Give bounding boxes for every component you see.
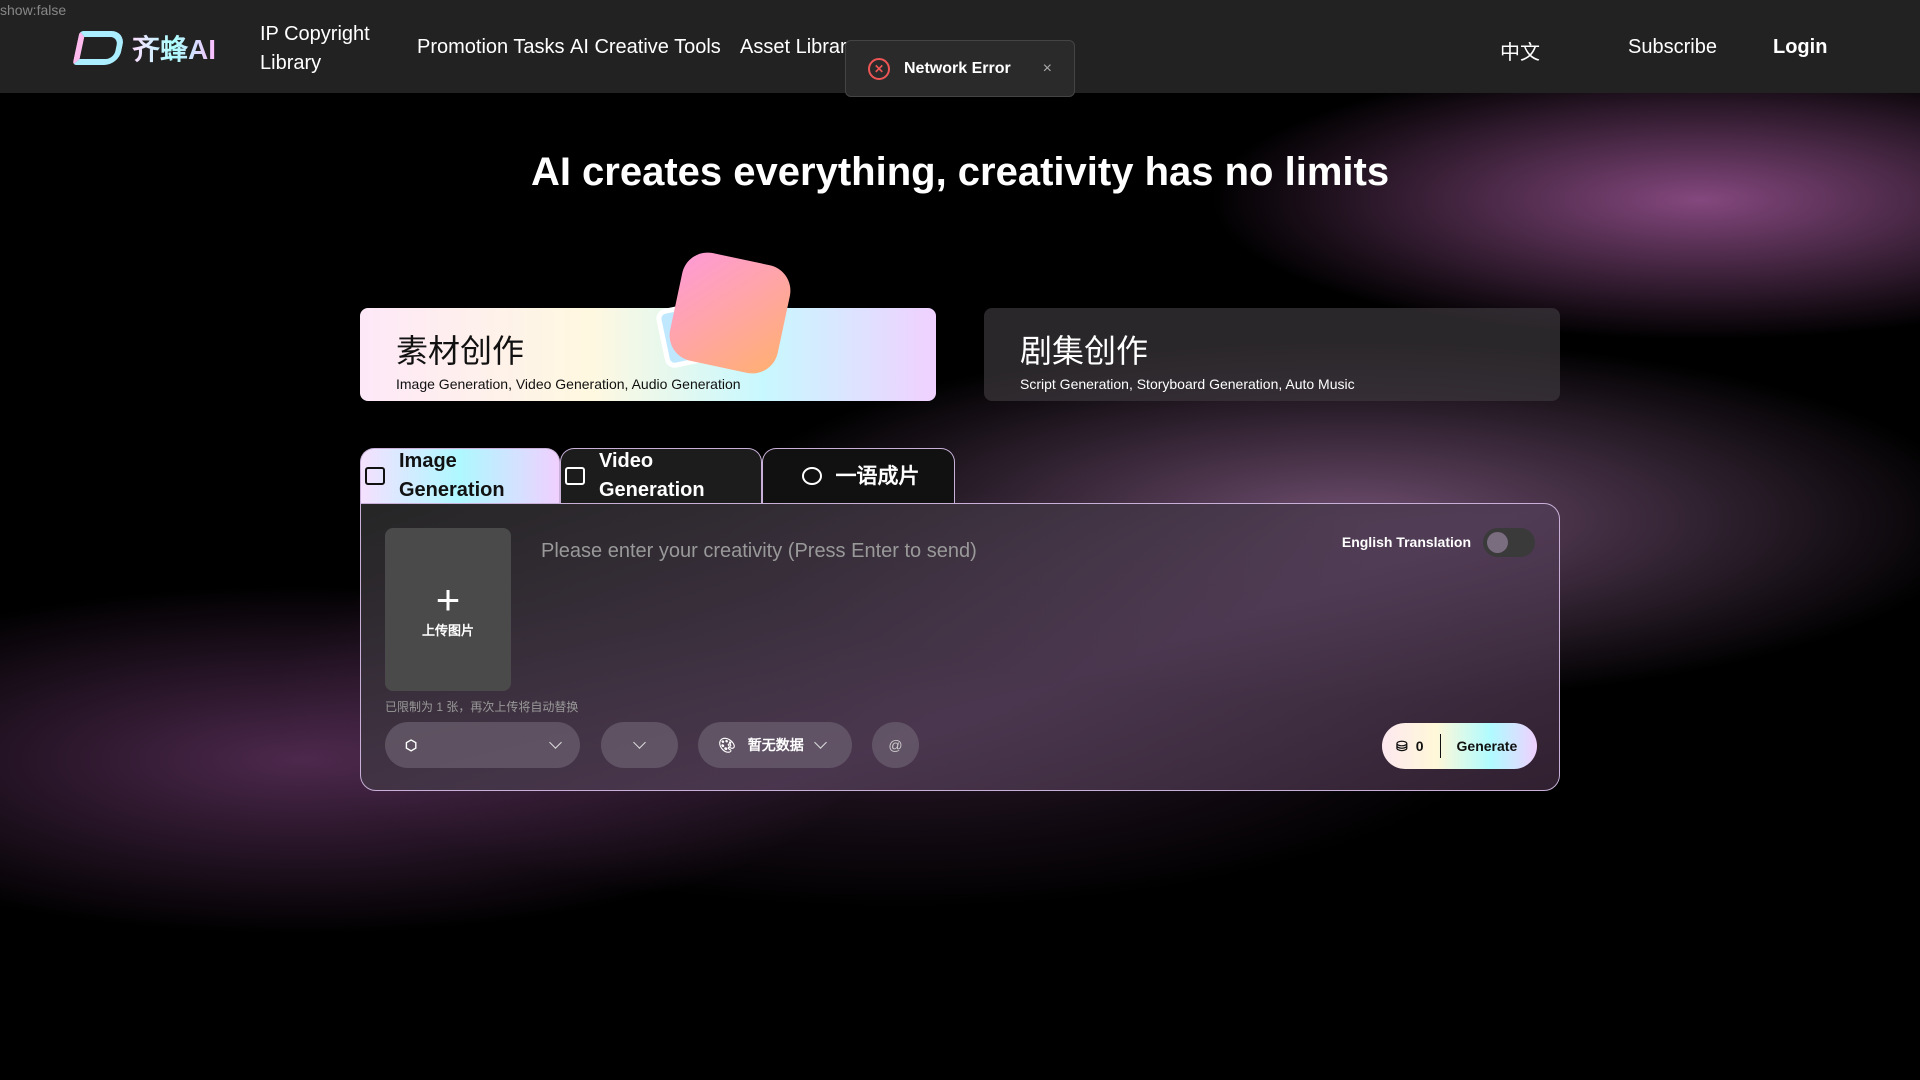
style-select-value: 暂无数据 bbox=[747, 737, 804, 753]
subscribe-link[interactable]: Subscribe bbox=[1628, 36, 1717, 59]
tab-video-generation[interactable]: Video Generation bbox=[560, 448, 762, 503]
hero-title: AI creates everything, creativity has no… bbox=[530, 150, 1390, 194]
card-subtitle: Image Generation, Video Generation, Audi… bbox=[396, 376, 741, 392]
plus-icon: + bbox=[435, 576, 461, 623]
video-camera-icon bbox=[565, 467, 585, 485]
tab-image-generation[interactable]: Image Generation bbox=[360, 448, 560, 503]
error-toast: ✕ Network Error × bbox=[845, 40, 1075, 97]
tab-label: 一语成片 bbox=[835, 464, 920, 488]
error-icon: ✕ bbox=[868, 57, 890, 80]
debug-text: show:false bbox=[0, 2, 67, 18]
login-button[interactable]: Login bbox=[1773, 36, 1827, 59]
prompt-input[interactable] bbox=[541, 540, 1341, 563]
generate-label: Generate bbox=[1456, 738, 1518, 754]
model-select[interactable]: ⬡ bbox=[385, 722, 580, 768]
chevron-down-icon bbox=[633, 736, 646, 749]
generation-panel: +上传图片 已限制为 1 张，再次上传将自动替换 English Transla… bbox=[360, 503, 1560, 791]
coins-icon: ⛁ bbox=[1396, 737, 1408, 754]
logo-text: 齐蜂AI bbox=[132, 28, 216, 68]
card-material-creation[interactable]: 素材创作 Image Generation, Video Generation,… bbox=[360, 247, 936, 401]
logo-icon bbox=[72, 31, 126, 65]
generate-button[interactable]: ⛁ 0 Generate bbox=[1382, 723, 1537, 769]
nav-asset-library[interactable]: Asset Library bbox=[740, 36, 857, 59]
ratio-select[interactable] bbox=[601, 722, 678, 768]
upload-image-button[interactable]: + 上传图片 bbox=[385, 528, 511, 691]
card-title: 剧集创作 bbox=[1020, 333, 1149, 369]
tab-label: Image Generation bbox=[399, 450, 505, 501]
toast-message: Network Error bbox=[904, 59, 1011, 77]
style-select[interactable]: 🎨︎ 暂无数据 bbox=[698, 722, 852, 768]
chevron-down-icon bbox=[813, 736, 827, 749]
language-switch[interactable]: 中文 bbox=[1500, 36, 1540, 65]
image-icon bbox=[365, 467, 385, 485]
upload-hint: 已限制为 1 张，再次上传将自动替换 bbox=[385, 700, 579, 714]
card-title: 素材创作 bbox=[396, 333, 525, 369]
chevron-down-icon bbox=[549, 736, 562, 749]
english-translation-toggle[interactable] bbox=[1483, 528, 1535, 557]
nav-ip-copyright-library[interactable]: IP Copyright Library bbox=[260, 20, 390, 78]
nav-promotion-tasks[interactable]: Promotion Tasks bbox=[417, 36, 564, 59]
cube-icon: ⬡ bbox=[405, 736, 418, 753]
ai-play-icon bbox=[801, 467, 822, 485]
mascot-illustration bbox=[664, 247, 796, 379]
credits-count: 0 bbox=[1415, 738, 1424, 754]
mention-button[interactable]: @ bbox=[872, 722, 919, 768]
nav-ai-creative-tools[interactable]: AI Creative Tools bbox=[570, 36, 721, 59]
toast-close-button[interactable]: × bbox=[1043, 60, 1052, 78]
logo[interactable]: 齐蜂AI bbox=[72, 28, 216, 68]
palette-icon: 🎨︎ bbox=[718, 736, 736, 753]
upload-label: 上传图片 bbox=[421, 623, 474, 638]
tab-label: Video Generation bbox=[599, 450, 705, 501]
english-translation-label: English Translation bbox=[1341, 534, 1471, 550]
tab-one-sentence-video[interactable]: 一语成片 bbox=[762, 448, 955, 503]
card-subtitle: Script Generation, Storyboard Generation… bbox=[1020, 376, 1355, 392]
card-episode-creation[interactable]: 剧集创作 Script Generation, Storyboard Gener… bbox=[984, 308, 1560, 401]
